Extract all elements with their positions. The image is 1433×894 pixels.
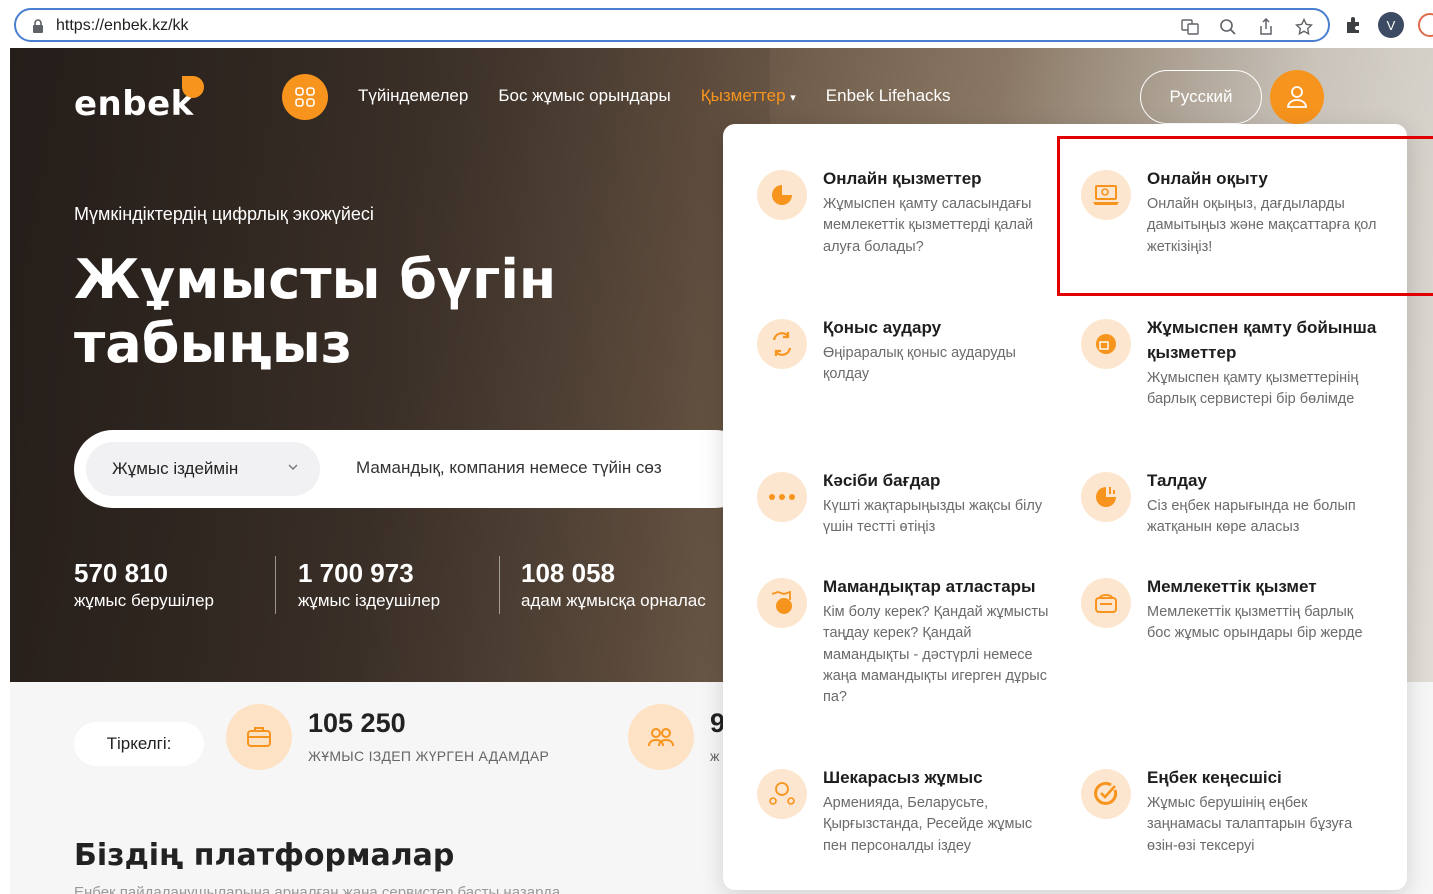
language-button[interactable]: Русский [1140,70,1262,124]
lock-icon [33,19,43,33]
civil-service-icon [1081,578,1131,628]
caret-down-icon: ▾ [790,92,796,104]
platforms-heading: Біздің платформалар [74,838,455,873]
nav-services[interactable]: Қызметтер ▾ [701,86,796,106]
analytics-chart-icon [1081,472,1131,522]
labor-advisor-check-icon [1081,769,1131,819]
stat-employed: 108 058 адам жұмысқа орналас [521,558,706,610]
logo-mark-icon [182,76,204,98]
menu-icon[interactable] [1418,13,1433,37]
enbek-logo[interactable]: enbek [74,84,194,124]
share-icon[interactable] [1256,17,1276,37]
atlas-map-icon [757,578,807,628]
stat-employers: 570 810 жұмыс берушілер [74,558,215,610]
pie-chart-icon [757,170,807,220]
main-nav: Түйіндемелер Бос жұмыс орындары Қызметте… [358,86,951,106]
url-text[interactable]: https://enbek.kz/kk [56,17,189,35]
search-type-select[interactable]: Жұмыс іздеймін [86,442,320,496]
registered-label: Тіркелгі: [74,722,204,766]
hero-tagline: Мүмкіндіктердің цифрлық экожүйесі [74,204,374,224]
browser-toolbar: https://enbek.kz/kk V [0,0,1433,48]
user-button[interactable] [1270,70,1324,124]
bookmark-star-icon[interactable] [1294,17,1314,37]
grid-icon [295,87,315,107]
search-bar: Жұмыс іздеймін Мамандық, компания немесе… [74,430,754,508]
stat-jobseekers: 1 700 973 жұмыс іздеушілер [298,558,441,610]
chevron-down-icon [288,464,298,470]
jobseekers-count: 105 250 [308,708,406,738]
borderless-work-globe-icon [757,769,807,819]
briefcase-icon [226,704,292,770]
nav-vacancies[interactable]: Бос жұмыс орындары [498,86,670,106]
translate-icon[interactable] [1180,17,1200,37]
employment-services-icon [1081,319,1131,369]
career-guidance-icon [757,472,807,522]
address-bar[interactable]: https://enbek.kz/kk [14,8,1330,42]
nav-resumes[interactable]: Түйіндемелер [358,86,468,106]
platforms-subtitle: Еңбек пайдаланушыларына арналған жаңа се… [74,884,561,894]
profile-avatar[interactable]: V [1378,12,1404,38]
extensions-puzzle-icon[interactable] [1344,15,1364,35]
people-icon [628,704,694,770]
second-count-label: ж [710,748,720,764]
highlight-box [1057,136,1433,296]
nav-lifehacks[interactable]: Enbek Lifehacks [826,86,951,106]
relocation-arrows-icon [757,319,807,369]
apps-grid-button[interactable] [282,74,328,120]
hero-title: Жұмысты бүгін табыңыз [74,248,557,375]
search-input[interactable]: Мамандық, компания немесе түйін сөз [356,458,662,478]
zoom-icon[interactable] [1218,17,1238,37]
jobseekers-count-label: жұмыс іздеп жүрген адамдар [308,748,550,764]
user-icon [1287,86,1307,108]
